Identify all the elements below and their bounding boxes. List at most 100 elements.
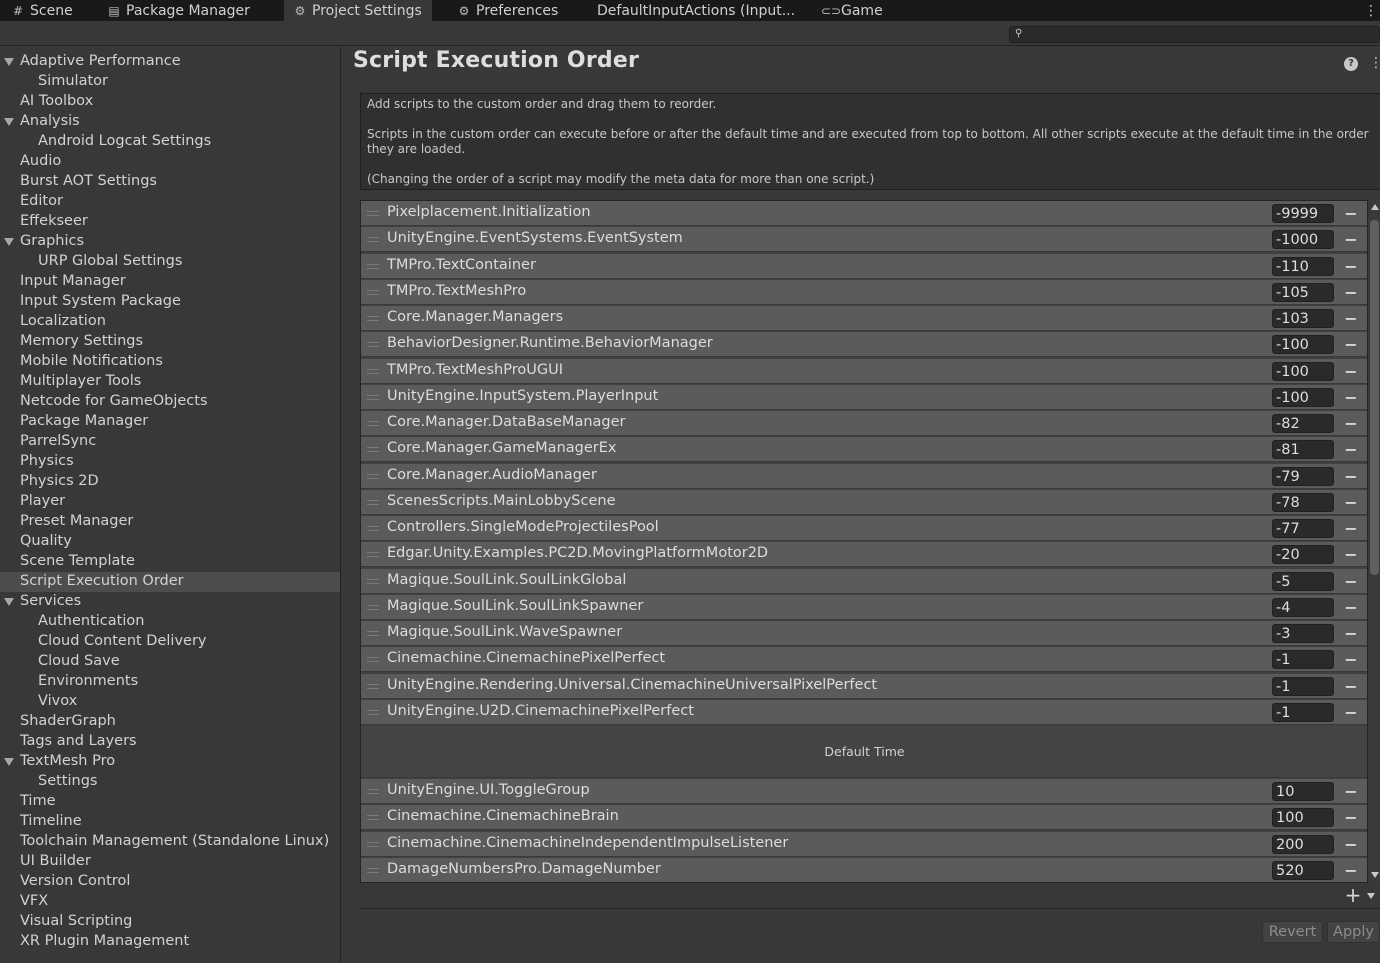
remove-script-button[interactable]: − <box>1343 256 1359 276</box>
execution-order-field[interactable] <box>1272 598 1334 617</box>
sidebar-item-tags-and-layers[interactable]: Tags and Layers <box>0 732 340 752</box>
sidebar-item-urp-global-settings[interactable]: URP Global Settings <box>0 252 340 272</box>
drag-handle-icon[interactable] <box>367 421 379 426</box>
remove-script-button[interactable]: − <box>1343 571 1359 591</box>
remove-script-button[interactable]: − <box>1343 544 1359 564</box>
remove-script-button[interactable]: − <box>1343 807 1359 827</box>
sidebar-item-environments[interactable]: Environments <box>0 672 340 692</box>
sidebar-item-services[interactable]: Services <box>0 592 340 612</box>
sidebar-item-memory-settings[interactable]: Memory Settings <box>0 332 340 352</box>
script-row[interactable]: Cinemachine.CinemachineIndependentImpuls… <box>361 832 1367 857</box>
execution-order-field[interactable] <box>1272 362 1334 381</box>
remove-script-button[interactable]: − <box>1343 466 1359 486</box>
sidebar-item-effekseer[interactable]: Effekseer <box>0 212 340 232</box>
sidebar-item-vfx[interactable]: VFX <box>0 892 340 912</box>
sidebar-item-ai-toolbox[interactable]: AI Toolbox <box>0 92 340 112</box>
drag-handle-icon[interactable] <box>367 631 379 636</box>
drag-handle-icon[interactable] <box>367 657 379 662</box>
sidebar-item-adaptive-performance[interactable]: Adaptive Performance <box>0 52 340 72</box>
script-row[interactable]: Magique.SoulLink.SoulLinkGlobal − <box>361 569 1367 594</box>
sidebar-item-android-logcat-settings[interactable]: Android Logcat Settings <box>0 132 340 152</box>
script-row[interactable]: BehaviorDesigner.Runtime.BehaviorManager… <box>361 332 1367 357</box>
apply-button[interactable]: Apply <box>1327 921 1380 943</box>
script-row[interactable]: Core.Manager.AudioManager − <box>361 464 1367 489</box>
sidebar-item-input-manager[interactable]: Input Manager <box>0 272 340 292</box>
sidebar-item-vivox[interactable]: Vivox <box>0 692 340 712</box>
sidebar-item-physics[interactable]: Physics <box>0 452 340 472</box>
sidebar-item-quality[interactable]: Quality <box>0 532 340 552</box>
sidebar-item-burst-aot-settings[interactable]: Burst AOT Settings <box>0 172 340 192</box>
remove-script-button[interactable]: − <box>1343 361 1359 381</box>
sidebar-item-editor[interactable]: Editor <box>0 192 340 212</box>
drag-handle-icon[interactable] <box>367 316 379 321</box>
execution-order-field[interactable] <box>1272 257 1334 276</box>
search-box[interactable]: ⚲ <box>1009 26 1380 43</box>
execution-order-field[interactable] <box>1272 204 1334 223</box>
sidebar-item-input-system-package[interactable]: Input System Package <box>0 292 340 312</box>
remove-script-button[interactable]: − <box>1343 492 1359 512</box>
expand-triangle-icon[interactable] <box>4 598 14 606</box>
execution-order-field[interactable] <box>1272 309 1334 328</box>
script-row[interactable]: Cinemachine.CinemachinePixelPerfect − <box>361 647 1367 672</box>
drag-handle-icon[interactable] <box>367 815 379 820</box>
sidebar-item-netcode-for-gameobjects[interactable]: Netcode for GameObjects <box>0 392 340 412</box>
sidebar-item-timeline[interactable]: Timeline <box>0 812 340 832</box>
remove-script-button[interactable]: − <box>1343 387 1359 407</box>
sidebar-item-cloud-save[interactable]: Cloud Save <box>0 652 340 672</box>
sidebar-item-audio[interactable]: Audio <box>0 152 340 172</box>
remove-script-button[interactable]: − <box>1343 834 1359 854</box>
execution-order-field[interactable] <box>1272 414 1334 433</box>
script-row[interactable]: DamageNumbersPro.DamageNumber − <box>361 858 1367 882</box>
execution-order-field[interactable] <box>1272 861 1334 880</box>
list-scrollbar[interactable] <box>1369 200 1380 883</box>
expand-triangle-icon[interactable] <box>4 238 14 246</box>
expand-triangle-icon[interactable] <box>4 758 14 766</box>
script-row[interactable]: Pixelplacement.Initialization − <box>361 201 1367 226</box>
tab-game[interactable]: ⊂⊃ Game <box>821 0 883 21</box>
sidebar-item-cloud-content-delivery[interactable]: Cloud Content Delivery <box>0 632 340 652</box>
expand-triangle-icon[interactable] <box>4 58 14 66</box>
drag-handle-icon[interactable] <box>367 369 379 374</box>
drag-handle-icon[interactable] <box>367 868 379 873</box>
remove-script-button[interactable]: − <box>1343 781 1359 801</box>
remove-script-button[interactable]: − <box>1343 334 1359 354</box>
drag-handle-icon[interactable] <box>367 264 379 269</box>
script-row[interactable]: TMPro.TextContainer − <box>361 254 1367 279</box>
remove-script-button[interactable]: − <box>1343 623 1359 643</box>
script-row[interactable]: Core.Manager.GameManagerEx − <box>361 437 1367 462</box>
remove-script-button[interactable]: − <box>1343 702 1359 722</box>
sidebar-item-toolchain-management-standalone-linux[interactable]: Toolchain Management (Standalone Linux) <box>0 832 340 852</box>
remove-script-button[interactable]: − <box>1343 649 1359 669</box>
sidebar-item-multiplayer-tools[interactable]: Multiplayer Tools <box>0 372 340 392</box>
tab-project-settings[interactable]: ⚙ Project Settings <box>284 0 432 21</box>
remove-script-button[interactable]: − <box>1343 203 1359 223</box>
sidebar-item-scene-template[interactable]: Scene Template <box>0 552 340 572</box>
scroll-up-arrow-icon[interactable] <box>1371 204 1379 210</box>
remove-script-button[interactable]: − <box>1343 308 1359 328</box>
sidebar-item-time[interactable]: Time <box>0 792 340 812</box>
drag-handle-icon[interactable] <box>367 842 379 847</box>
sidebar-item-version-control[interactable]: Version Control <box>0 872 340 892</box>
drag-handle-icon[interactable] <box>367 211 379 216</box>
drag-handle-icon[interactable] <box>367 500 379 505</box>
script-row[interactable]: Edgar.Unity.Examples.PC2D.MovingPlatform… <box>361 542 1367 567</box>
sidebar-item-xr-plugin-management[interactable]: XR Plugin Management <box>0 932 340 952</box>
script-row[interactable]: Core.Manager.Managers − <box>361 306 1367 331</box>
sidebar-item-mobile-notifications[interactable]: Mobile Notifications <box>0 352 340 372</box>
tab-default-input-actions[interactable]: DefaultInputActions (Input... <box>597 0 795 21</box>
sidebar-item-localization[interactable]: Localization <box>0 312 340 332</box>
execution-order-field[interactable] <box>1272 703 1334 722</box>
sidebar-item-script-execution-order[interactable]: Script Execution Order <box>0 572 340 592</box>
sidebar-item-parrelsync[interactable]: ParrelSync <box>0 432 340 452</box>
execution-order-field[interactable] <box>1272 467 1334 486</box>
add-script-button[interactable]: + <box>1344 883 1362 907</box>
script-row[interactable]: Magique.SoulLink.WaveSpawner − <box>361 621 1367 646</box>
sidebar-item-analysis[interactable]: Analysis <box>0 112 340 132</box>
drag-handle-icon[interactable] <box>367 290 379 295</box>
sidebar-item-authentication[interactable]: Authentication <box>0 612 340 632</box>
drag-handle-icon[interactable] <box>367 342 379 347</box>
execution-order-field[interactable] <box>1272 808 1334 827</box>
execution-order-field[interactable] <box>1272 624 1334 643</box>
sidebar-item-simulator[interactable]: Simulator <box>0 72 340 92</box>
script-row[interactable]: ScenesScripts.MainLobbyScene − <box>361 490 1367 515</box>
